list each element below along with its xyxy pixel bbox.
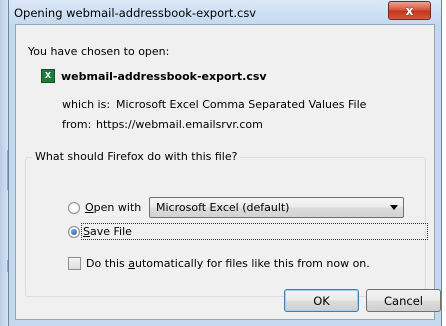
selected-application: Microsoft Excel (default): [156, 201, 290, 214]
save-file-label[interactable]: Save File: [83, 225, 132, 238]
dialog-content: You have chosen to open: X webmail-addre…: [15, 24, 441, 320]
save-file-radio[interactable]: [68, 226, 80, 238]
auto-label-text: utomatically for files like this from no…: [135, 257, 370, 270]
auto-action-checkbox[interactable]: [68, 257, 81, 270]
open-with-label-text: pen with: [93, 201, 142, 214]
auto-label-hotkey: a: [128, 257, 136, 270]
close-button[interactable]: x: [388, 1, 431, 20]
file-type-value: Microsoft Excel Comma Separated Values F…: [116, 98, 367, 111]
cancel-button[interactable]: Cancel: [366, 289, 441, 312]
background-window-edge: [0, 0, 8, 326]
action-question: What should Firefox do with this file?: [32, 150, 241, 163]
auto-action-label[interactable]: Do this automatically for files like thi…: [86, 257, 370, 270]
ok-button[interactable]: OK: [284, 289, 359, 312]
close-icon: x: [405, 3, 414, 18]
window-title: Opening webmail-addressbook-export.csv: [14, 6, 257, 20]
save-file-hotkey: S: [83, 225, 90, 238]
intro-heading: You have chosen to open:: [28, 45, 170, 58]
auto-label-prefix: Do this: [86, 257, 129, 270]
open-with-label[interactable]: Open with: [85, 201, 141, 214]
focus-indicator: [81, 223, 428, 240]
download-dialog: Opening webmail-addressbook-export.csv x…: [8, 0, 442, 326]
excel-file-icon: X: [41, 69, 55, 83]
title-bar[interactable]: Opening webmail-addressbook-export.csv x: [9, 0, 441, 24]
source-url: https://webmail.emailsrvr.com: [96, 118, 263, 131]
which-is-label: which is:: [62, 98, 111, 111]
chevron-down-icon: [390, 205, 398, 210]
open-with-radio[interactable]: [68, 202, 80, 214]
from-label: from:: [62, 118, 92, 131]
save-file-label-text: ave File: [89, 225, 132, 238]
application-dropdown[interactable]: Microsoft Excel (default): [149, 197, 404, 218]
open-with-hotkey: O: [85, 201, 94, 214]
file-name: webmail-addressbook-export.csv: [61, 70, 267, 83]
